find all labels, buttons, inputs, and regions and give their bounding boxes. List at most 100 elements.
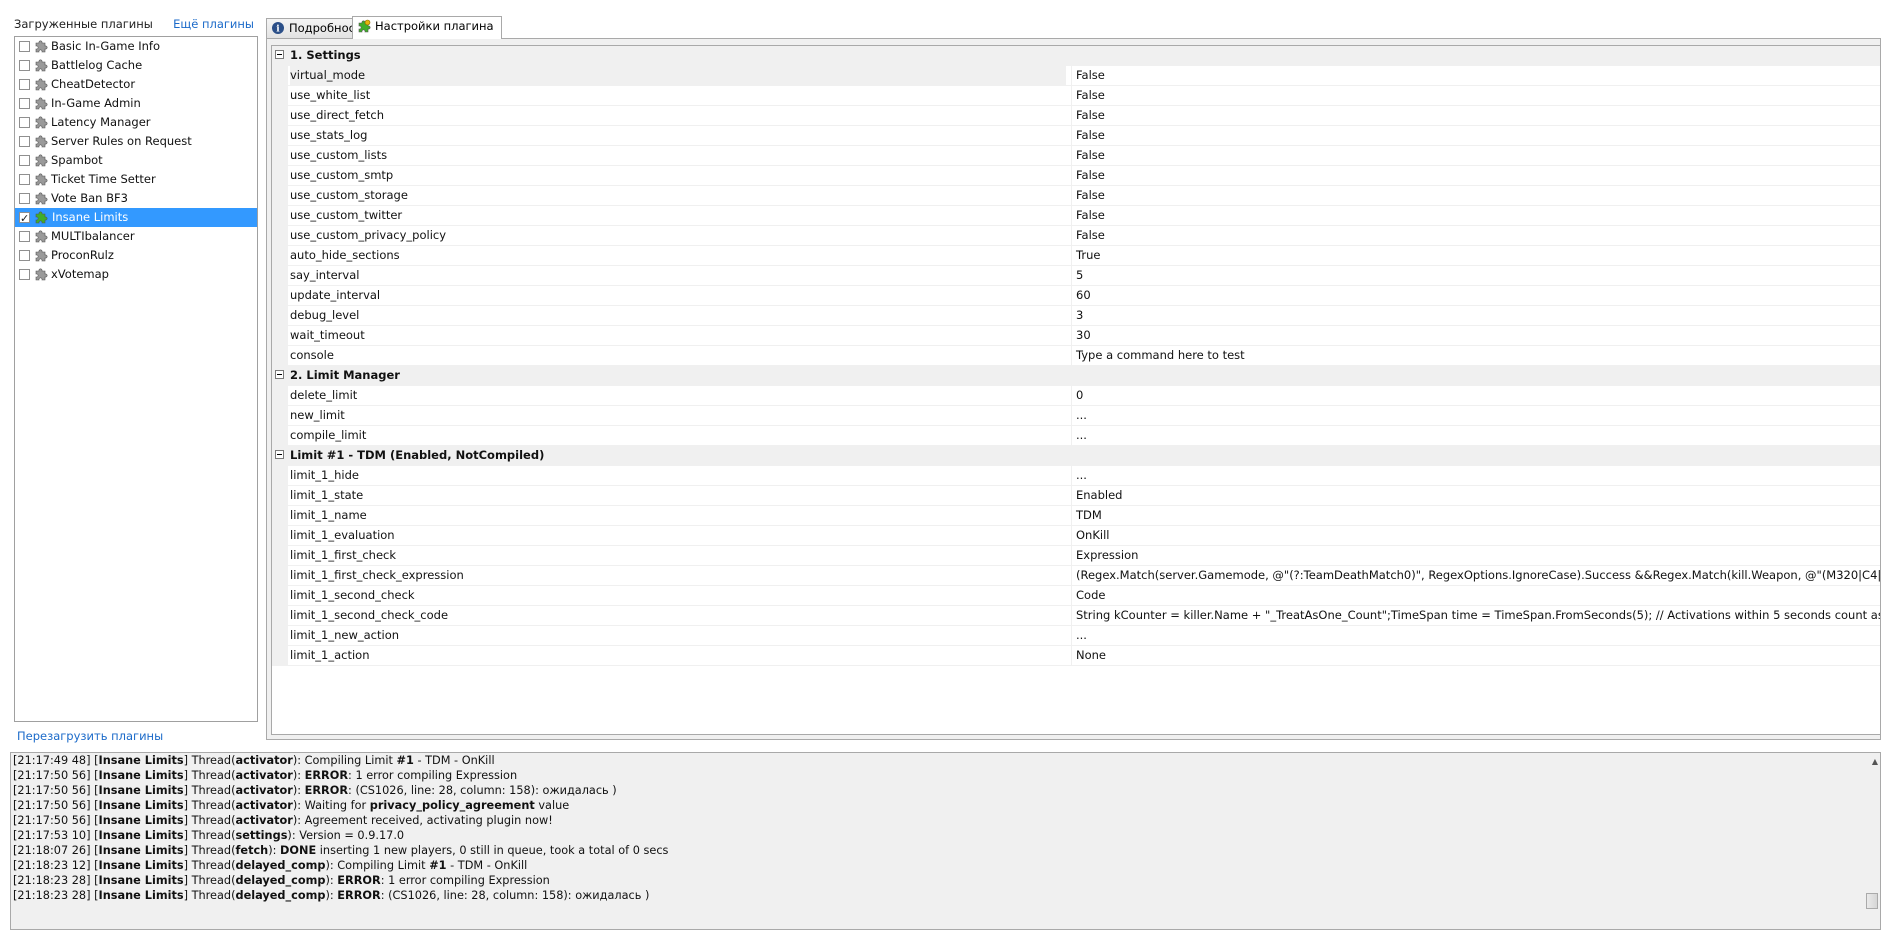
property-value[interactable]: False <box>1071 106 1880 125</box>
property-row[interactable]: use_custom_storage False <box>272 186 1880 206</box>
property-value[interactable]: 5 <box>1071 266 1880 285</box>
property-value[interactable]: False <box>1071 166 1880 185</box>
property-value[interactable]: False <box>1071 146 1880 165</box>
plugin-checkbox[interactable] <box>19 154 30 166</box>
console-log[interactable]: [21:17:49 48] [Insane Limits] Thread(act… <box>10 752 1881 930</box>
collapse-icon[interactable] <box>275 450 284 459</box>
row-gutter <box>272 526 288 545</box>
tab-plugin-settings[interactable]: Настройки плагина <box>352 16 502 39</box>
plugin-checkbox[interactable] <box>19 97 30 109</box>
property-row[interactable]: debug_level 3 <box>272 306 1880 326</box>
scrollbar-thumb[interactable] <box>1866 893 1878 909</box>
property-value[interactable]: False <box>1071 66 1880 85</box>
plugin-checkbox[interactable] <box>19 249 30 261</box>
property-row[interactable]: limit_1_new_action... <box>272 626 1880 646</box>
property-row[interactable]: use_custom_lists False <box>272 146 1880 166</box>
plugin-checkbox[interactable] <box>19 268 30 280</box>
row-gutter <box>272 66 288 85</box>
plugin-item[interactable]: Ticket Time Setter <box>15 170 257 189</box>
property-value[interactable]: 30 <box>1071 326 1880 345</box>
property-row[interactable]: use_custom_privacy_policy False <box>272 226 1880 246</box>
collapse-icon[interactable] <box>275 50 284 59</box>
plugin-item[interactable]: CheatDetector <box>15 75 257 94</box>
property-name: limit_1_second_check <box>290 588 415 602</box>
property-row[interactable]: new_limit... <box>272 406 1880 426</box>
property-row[interactable]: limit_1_second_check Code <box>272 586 1880 606</box>
property-value[interactable]: None <box>1071 646 1880 665</box>
property-value[interactable]: False <box>1071 186 1880 205</box>
plugin-item[interactable]: Basic In-Game Info <box>15 37 257 56</box>
property-value[interactable]: ... <box>1071 406 1880 425</box>
property-row[interactable]: limit_1_first_check_expression (Regex.Mat… <box>272 566 1880 586</box>
property-value[interactable]: 60 <box>1071 286 1880 305</box>
property-value[interactable]: (Regex.Match(server.Gamemode, @"(?:TeamD… <box>1071 566 1880 585</box>
property-row[interactable]: update_interval 60 <box>272 286 1880 306</box>
reload-plugins-link[interactable]: Перезагрузить плагины <box>17 729 163 743</box>
property-value[interactable]: True <box>1071 246 1880 265</box>
plugin-checkbox[interactable] <box>19 78 30 90</box>
plugin-checkbox[interactable] <box>19 135 30 147</box>
property-value[interactable]: False <box>1071 86 1880 105</box>
property-row[interactable]: limit_1_action None <box>272 646 1880 666</box>
tab-details[interactable]: i Подробности <box>266 18 369 38</box>
property-value[interactable]: ... <box>1071 466 1880 485</box>
property-grid[interactable]: 1. Settings virtual_mode False use_white_li… <box>271 45 1880 735</box>
plugin-checkbox[interactable] <box>19 173 30 185</box>
plugin-checkbox[interactable] <box>19 116 30 128</box>
property-row[interactable]: use_custom_twitter False <box>272 206 1880 226</box>
property-row[interactable]: wait_timeout 30 <box>272 326 1880 346</box>
plugin-checkbox[interactable] <box>19 230 30 242</box>
plugin-item[interactable]: xVotemap <box>15 265 257 284</box>
more-plugins-link[interactable]: Ещё плагины <box>173 17 254 31</box>
property-row[interactable]: use_white_list False <box>272 86 1880 106</box>
property-row[interactable]: limit_1_second_check_code String kCounter… <box>272 606 1880 626</box>
property-row[interactable]: use_stats_log False <box>272 126 1880 146</box>
plugin-item[interactable]: ProconRulz <box>15 246 257 265</box>
property-row[interactable]: virtual_mode False <box>272 66 1880 86</box>
property-value[interactable]: Expression <box>1071 546 1880 565</box>
plugin-item[interactable]: In-Game Admin <box>15 94 257 113</box>
property-value[interactable]: Type a command here to test <box>1071 346 1880 365</box>
property-row[interactable]: auto_hide_sections True <box>272 246 1880 266</box>
scroll-up-icon[interactable]: ▲ <box>1872 757 1878 766</box>
property-value[interactable]: False <box>1071 126 1880 145</box>
property-value[interactable]: ... <box>1071 426 1880 445</box>
property-value[interactable]: Enabled <box>1071 486 1880 505</box>
property-row[interactable]: limit_1_state Enabled <box>272 486 1880 506</box>
plugin-list[interactable]: Basic In-Game Info Battlelog Cache CheatDe… <box>14 36 258 722</box>
property-value[interactable]: False <box>1071 226 1880 245</box>
plugin-checkbox[interactable] <box>19 59 30 71</box>
property-value[interactable]: Code <box>1071 586 1880 605</box>
property-row[interactable]: console Type a command here to test <box>272 346 1880 366</box>
property-value[interactable]: TDM <box>1071 506 1880 525</box>
plugin-item[interactable]: Insane Limits <box>15 208 257 228</box>
category-row[interactable]: 1. Settings <box>272 46 1880 66</box>
plugin-checkbox[interactable] <box>19 209 30 228</box>
plugin-item[interactable]: Battlelog Cache <box>15 56 257 75</box>
plugin-item[interactable]: Server Rules on Request <box>15 132 257 151</box>
property-value[interactable]: OnKill <box>1071 526 1880 545</box>
property-row[interactable]: compile_limit... <box>272 426 1880 446</box>
property-value[interactable]: String kCounter = killer.Name + "_TreatA… <box>1071 606 1880 625</box>
property-value[interactable]: 3 <box>1071 306 1880 325</box>
category-row[interactable]: 2. Limit Manager <box>272 366 1880 386</box>
plugin-item[interactable]: Latency Manager <box>15 113 257 132</box>
property-value[interactable]: 0 <box>1071 386 1880 405</box>
plugin-item[interactable]: MULTIbalancer <box>15 227 257 246</box>
property-row[interactable]: use_custom_smtp False <box>272 166 1880 186</box>
property-row[interactable]: delete_limit 0 <box>272 386 1880 406</box>
property-row[interactable]: limit_1_hide... <box>272 466 1880 486</box>
plugin-checkbox[interactable] <box>19 40 30 52</box>
property-row[interactable]: limit_1_first_check Expression <box>272 546 1880 566</box>
property-row[interactable]: use_direct_fetch False <box>272 106 1880 126</box>
plugin-item[interactable]: Vote Ban BF3 <box>15 189 257 208</box>
plugin-checkbox[interactable] <box>19 192 30 204</box>
collapse-icon[interactable] <box>275 370 284 379</box>
property-value[interactable]: False <box>1071 206 1880 225</box>
plugin-item[interactable]: Spambot <box>15 151 257 170</box>
property-row[interactable]: limit_1_evaluation OnKill <box>272 526 1880 546</box>
property-row[interactable]: say_interval 5 <box>272 266 1880 286</box>
property-value[interactable]: ... <box>1071 626 1880 645</box>
category-row[interactable]: Limit #1 - TDM (Enabled, NotCompiled) <box>272 446 1880 466</box>
property-row[interactable]: limit_1_name TDM <box>272 506 1880 526</box>
